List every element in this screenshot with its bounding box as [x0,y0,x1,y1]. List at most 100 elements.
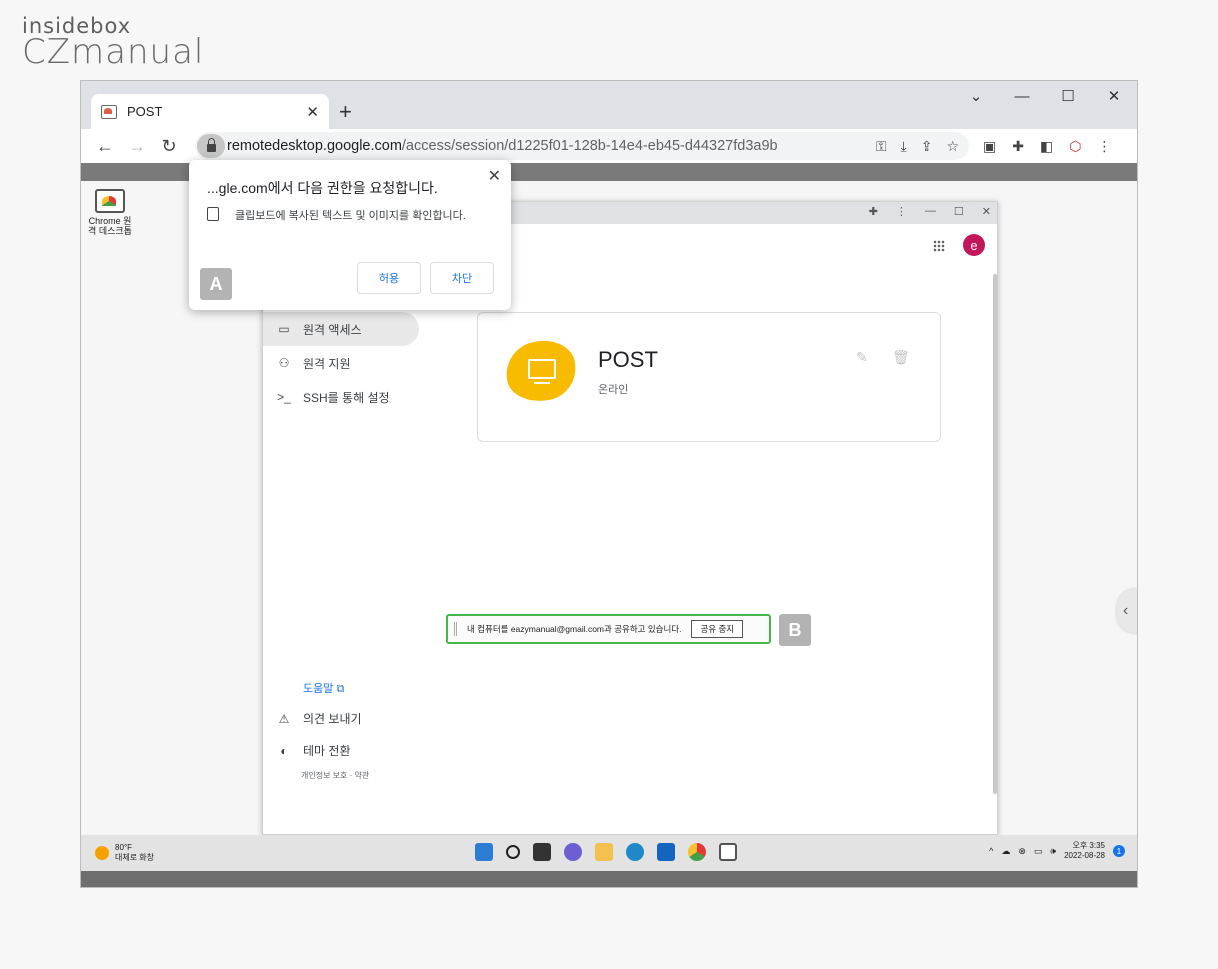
session-side-panel-handle[interactable]: ‹ [1117,589,1137,633]
key-icon[interactable]: ⚿ [876,138,887,155]
chrome-icon[interactable] [688,843,706,861]
desktop-icon-label: Chrome 원격 데스크톱 [88,216,132,236]
feedback-label: 의견 보내기 [303,712,362,726]
share-icon[interactable]: ⇪ [921,138,933,155]
help-link[interactable]: 도움말 ⧉ [303,680,344,696]
device-name: POST [598,347,658,372]
taskbar-apps [475,843,737,861]
clock-date: 2022-08-28 [1064,851,1105,860]
theme-icon: ◐ [280,743,288,758]
task-view-icon[interactable] [533,843,551,861]
side-panel-icon[interactable]: ◧ [1040,138,1053,155]
close-circle-icon[interactable]: ⊗ [1018,846,1026,857]
close-window-icon[interactable]: ✕ [1091,81,1137,111]
remote-extensions-icon[interactable]: ✚ [869,205,878,218]
address-bar[interactable]: remotedesktop.google.com/access/session/… [195,132,969,160]
device-card[interactable]: POST 온라인 ✎ 🗑 [477,312,941,442]
edit-pencil-icon[interactable]: ✎ [856,349,868,366]
stop-sharing-button[interactable]: 공유 중지 [691,620,744,638]
tab-post[interactable]: POST ✕ [91,94,329,129]
logo-line2: CZmanual [22,32,205,72]
reload-icon[interactable]: ↻ [153,136,185,157]
clock[interactable]: 오후 3:35 2022-08-28 [1064,841,1105,861]
delete-trash-icon[interactable]: 🗑 [892,349,910,366]
session-bottom-bar [81,871,1137,887]
google-apps-icon[interactable] [933,240,945,252]
site-info-button[interactable] [197,134,225,158]
edge-browser-icon[interactable] [626,843,644,861]
people-icon: ⚇ [278,356,290,370]
nav-label: 원격 액세스 [303,322,362,337]
new-tab-button[interactable]: + [339,99,352,125]
window-controls: ⌄ — ☐ ✕ [953,81,1137,111]
drag-handle[interactable] [454,622,457,636]
remote-desktop-extension-icon[interactable]: ▣ [983,138,996,155]
terminal-icon: >_ [277,390,291,404]
remote-close-icon[interactable]: ✕ [982,205,991,218]
chrome-remote-desktop-icon [95,189,125,213]
nav-item-ssh-setup[interactable]: >_ SSH를 통해 설정 [263,380,423,414]
weather-widget[interactable]: 80°F 대체로 화창 [95,843,154,863]
block-button[interactable]: 차단 [430,262,494,294]
nav-label: SSH를 통해 설정 [303,390,390,405]
extensions-puzzle-icon[interactable]: ✚ [1012,138,1024,155]
search-icon[interactable] [506,845,520,859]
bookmark-star-icon[interactable]: ☆ [946,138,959,155]
tab-title: POST [127,104,163,119]
notification-badge[interactable]: 1 [1113,845,1125,857]
cloud-icon[interactable]: ☁ [1001,846,1010,857]
annotation-badge-a: A [200,268,232,300]
nav-item-remote-support[interactable]: ⚇ 원격 지원 [263,346,423,380]
forward-icon[interactable]: → [121,136,153,157]
annotation-badge-b: B [779,614,811,646]
sharing-notification-bar: 내 컴퓨터를 eazymanual@gmail.com과 공유하고 있습니다. … [446,614,771,644]
sun-icon [95,846,109,860]
device-status: 온라인 [598,384,629,396]
clipboard-icon [207,207,219,221]
menu-dots-icon[interactable]: ⋮ [1097,138,1111,155]
nav-label: 원격 지원 [303,356,351,371]
back-icon[interactable]: ← [89,136,121,157]
side-navigation: ▭ 원격 액세스 ⚇ 원격 지원 >_ SSH를 통해 설정 [263,312,423,414]
windows-start-icon[interactable] [475,843,493,861]
remote-desktop-taskbar-icon[interactable] [719,843,737,861]
site-logo: insidebox CZmanual [22,14,204,72]
tray-chevron-icon[interactable]: ^ [989,846,993,856]
laptop-icon: ▭ [278,322,290,336]
remote-menu-icon[interactable]: ⋮ [896,205,907,218]
monitor-tray-icon[interactable]: ▭ [1034,846,1043,857]
system-tray: ^ ☁ ⊗ ▭ 🕪 오후 3:35 2022-08-28 1 [989,841,1125,861]
popup-message: 클립보드에 복사된 텍스트 및 이미지를 확인합니다. [235,210,466,222]
popup-title: ...gle.com에서 다음 권한을 요청합니다. [207,180,438,196]
popup-close-icon[interactable]: ✕ [488,166,501,186]
teams-chat-icon[interactable] [564,843,582,861]
monitor-icon [528,359,556,384]
tab-strip: POST ✕ + ⌄ — ☐ ✕ [81,81,1137,129]
tab-search-icon[interactable]: ⌄ [953,81,999,111]
send-feedback-item[interactable]: ⚠ 의견 보내기 [275,710,362,727]
nav-item-remote-access[interactable]: ▭ 원격 액세스 [263,312,419,346]
volume-icon[interactable]: 🕪 [1050,846,1056,857]
scrollbar[interactable] [993,274,997,794]
allow-button[interactable]: 허용 [357,262,421,294]
install-icon[interactable]: ⤓ [901,138,907,155]
remote-minimize-icon[interactable]: — [925,205,936,218]
minimize-icon[interactable]: — [999,81,1045,111]
remote-maximize-icon[interactable]: ☐ [954,205,964,218]
maximize-icon[interactable]: ☐ [1045,81,1091,111]
theme-toggle-item[interactable]: ◐ 테마 전환 [275,742,351,759]
store-icon[interactable] [657,843,675,861]
avatar[interactable]: e [963,234,985,256]
clipboard-permission-popup: ...gle.com에서 다음 권한을 요청합니다. ✕ 클립보드에 복사된 텍… [189,160,511,310]
legal-links[interactable]: 개인정보 보호 · 약관 [301,770,369,781]
windows-taskbar: 80°F 대체로 화창 ^ ☁ ⊗ ▭ 🕪 오후 3:35 2022-08-28… [81,835,1137,871]
file-explorer-icon[interactable] [595,843,613,861]
weather-temp: 80°F [115,843,132,852]
desktop-icon-chrome-remote[interactable]: Chrome 원격 데스크톱 [85,189,135,236]
tab-close-icon[interactable]: ✕ [306,103,319,121]
theme-label: 테마 전환 [303,744,351,758]
weather-desc: 대체로 화창 [115,853,155,862]
lock-icon [206,138,216,152]
profile-extension-icon[interactable]: ⬡ [1069,138,1081,155]
external-link-icon: ⧉ [336,683,345,695]
